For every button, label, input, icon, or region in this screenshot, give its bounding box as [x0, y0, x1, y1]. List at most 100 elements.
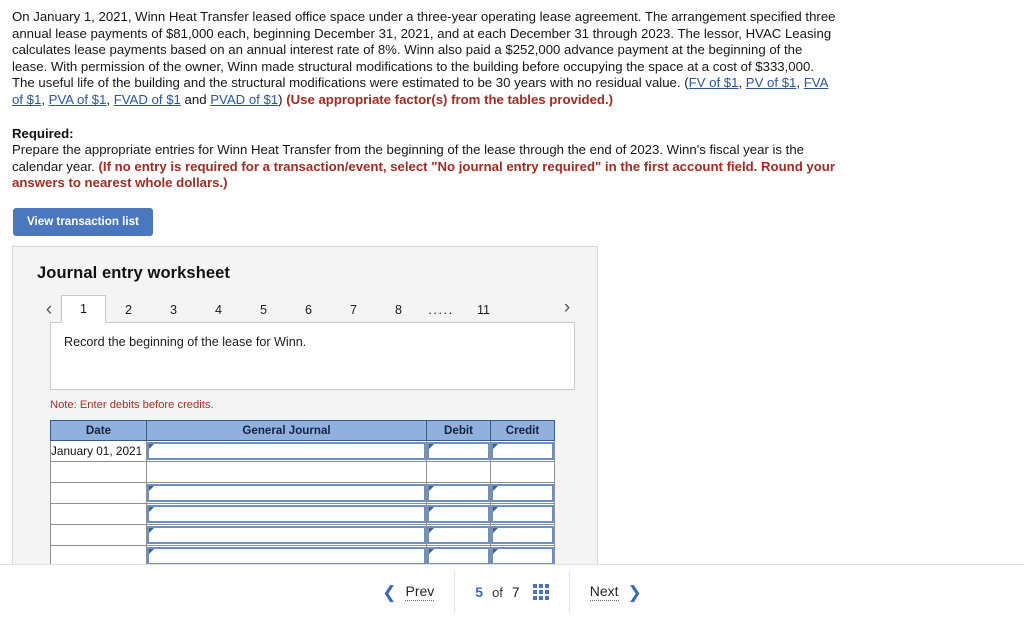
- worksheet-title: Journal entry worksheet: [37, 264, 231, 282]
- problem-text: ): [278, 91, 287, 107]
- spacer-cell: [490, 461, 555, 483]
- worksheet-tab-1[interactable]: 1: [61, 295, 106, 323]
- problem-link[interactable]: PV of $1: [746, 75, 797, 90]
- account-select[interactable]: [147, 547, 426, 565]
- cell-date[interactable]: [50, 524, 147, 546]
- worksheet-tab-7[interactable]: 7: [331, 296, 376, 323]
- cell-date[interactable]: [50, 503, 147, 525]
- worksheet-tab-3[interactable]: 3: [151, 296, 196, 323]
- current-page-number: 5: [475, 584, 484, 600]
- bottom-navigation-bar: ❮ Prev 5 of 7 Next ❯: [0, 564, 1024, 619]
- credit-input[interactable]: [491, 505, 554, 523]
- cell-date[interactable]: [50, 482, 147, 504]
- view-transaction-list-button[interactable]: View transaction list: [13, 208, 153, 236]
- pager: ❮ Prev 5 of 7 Next ❯: [362, 571, 662, 613]
- problem-text: ,: [738, 75, 746, 91]
- worksheet-tab-ellipsis: .....: [428, 303, 454, 317]
- chevron-right-icon: ❯: [627, 582, 642, 602]
- grid-view-icon[interactable]: [532, 584, 549, 600]
- cell-debit: [426, 482, 491, 504]
- journal-table-body: January 01, 2021: [50, 440, 555, 565]
- note-text: Note: Enter debits before credits.: [50, 399, 214, 411]
- tab-list: 1 2 3 4 5 6 7 8..... 11: [61, 295, 506, 323]
- cell-general-journal: [146, 524, 427, 546]
- chevron-left-icon: ❮: [382, 582, 397, 602]
- cell-general-journal: [146, 482, 427, 504]
- credit-input[interactable]: [491, 442, 554, 460]
- cell-credit: [490, 545, 555, 565]
- column-header-general-journal: General Journal: [146, 420, 427, 441]
- cell-credit: [490, 440, 555, 462]
- tab-prev-arrow-icon[interactable]: ‹: [37, 297, 61, 323]
- of-label: of: [492, 584, 503, 600]
- next-label: Next: [589, 583, 619, 601]
- required-text: Prepare the appropriate entries for Winn…: [12, 142, 840, 192]
- cell-date[interactable]: January 01, 2021: [50, 440, 147, 462]
- debit-input[interactable]: [427, 547, 490, 565]
- column-header-debit: Debit: [426, 420, 491, 441]
- cell-general-journal: [146, 440, 427, 462]
- worksheet-tab-6[interactable]: 6: [286, 296, 331, 323]
- problem-link[interactable]: PVA of $1: [49, 92, 107, 107]
- table-row: [50, 524, 555, 546]
- cell-date[interactable]: [50, 545, 147, 565]
- problem-text: ,: [796, 75, 804, 91]
- prev-page-button[interactable]: ❮ Prev: [362, 571, 454, 613]
- account-select[interactable]: [147, 484, 426, 502]
- cell-credit: [490, 503, 555, 525]
- instruction-box: Record the beginning of the lease for Wi…: [50, 322, 575, 390]
- worksheet-tab-8[interactable]: 8: [376, 296, 421, 323]
- journal-entry-worksheet-panel: Journal entry worksheet ‹ 1 2 3 4 5 6 7 8..... 1…: [12, 246, 598, 565]
- problem-text: and: [180, 91, 211, 107]
- table-spacer-row: [50, 461, 555, 483]
- debit-input[interactable]: [427, 505, 490, 523]
- worksheet-tab-4[interactable]: 4: [196, 296, 241, 323]
- column-header-credit: Credit: [490, 420, 555, 441]
- account-select[interactable]: [147, 526, 426, 544]
- required-label: Required:: [12, 125, 74, 141]
- worksheet-tab-5[interactable]: 5: [241, 296, 286, 323]
- instruction-text: Record the beginning of the lease for Wi…: [64, 335, 307, 349]
- credit-input[interactable]: [491, 526, 554, 544]
- table-row: January 01, 2021: [50, 440, 555, 462]
- account-select[interactable]: [147, 505, 426, 523]
- worksheet-tab-11[interactable]: 11: [461, 296, 506, 323]
- account-select[interactable]: [147, 442, 426, 460]
- total-pages-number: 7: [511, 584, 520, 600]
- worksheet-tab-2[interactable]: 2: [106, 296, 151, 323]
- next-page-button[interactable]: Next ❯: [568, 571, 662, 613]
- question-area: On January 1, 2021, Winn Heat Transfer l…: [0, 0, 1024, 192]
- credit-input[interactable]: [491, 484, 554, 502]
- required-emphasis: (If no entry is required for a transacti…: [12, 158, 835, 191]
- journal-entry-table: Date General Journal Debit Credit Januar…: [50, 420, 555, 565]
- problem-link[interactable]: FV of $1: [689, 75, 739, 90]
- debit-input[interactable]: [427, 526, 490, 544]
- debit-input[interactable]: [427, 442, 490, 460]
- cell-general-journal: [146, 545, 427, 565]
- table-row: [50, 482, 555, 504]
- spacer-cell: [146, 461, 427, 483]
- spacer-cell: [426, 461, 491, 483]
- problem-link[interactable]: PVAD of $1: [210, 92, 278, 107]
- page-indicator: 5 of 7: [454, 571, 568, 613]
- table-row: [50, 503, 555, 525]
- table-row: [50, 545, 555, 565]
- cell-general-journal: [146, 503, 427, 525]
- problem-statement: On January 1, 2021, Winn Heat Transfer l…: [12, 9, 840, 109]
- table-header-row: Date General Journal Debit Credit: [50, 420, 555, 441]
- tab-next-arrow-icon[interactable]: ›: [555, 295, 579, 321]
- column-header-date: Date: [50, 420, 147, 441]
- spacer-cell: [50, 461, 147, 483]
- problem-link[interactable]: FVAD of $1: [114, 92, 181, 107]
- cell-debit: [426, 503, 491, 525]
- cell-debit: [426, 440, 491, 462]
- credit-input[interactable]: [491, 547, 554, 565]
- problem-text: ,: [106, 91, 114, 107]
- worksheet-tab-strip: ‹ 1 2 3 4 5 6 7 8..... 11 ›: [37, 295, 597, 323]
- problem-text: ,: [41, 91, 49, 107]
- cell-debit: [426, 524, 491, 546]
- cell-credit: [490, 524, 555, 546]
- cell-debit: [426, 545, 491, 565]
- cell-credit: [490, 482, 555, 504]
- debit-input[interactable]: [427, 484, 490, 502]
